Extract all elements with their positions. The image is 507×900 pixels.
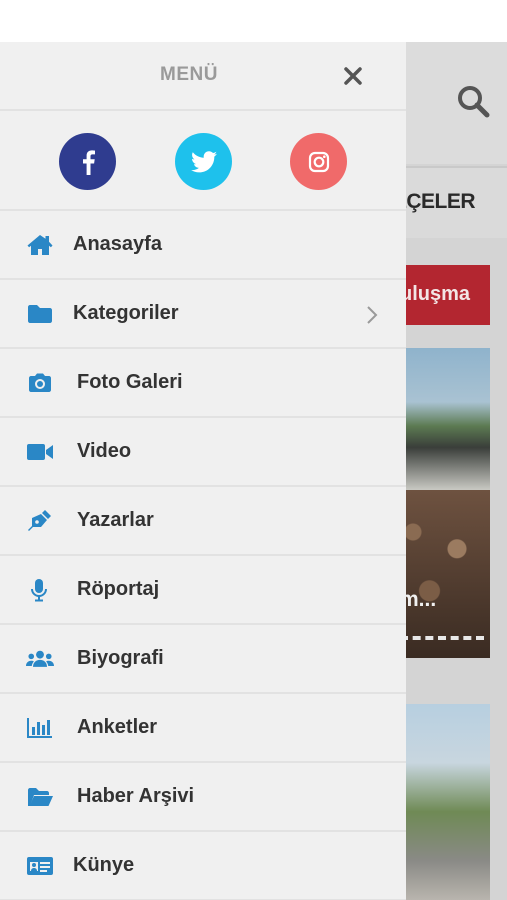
side-menu: MENÜ Anasayfa Kategoriler Foto Galeri Vi… [0, 42, 406, 900]
menu-header: MENÜ [0, 42, 406, 111]
menu-item-label: Video [77, 440, 132, 462]
facebook-icon [82, 149, 95, 175]
instagram-icon [308, 151, 329, 172]
home-icon [27, 235, 53, 255]
menu-item-foto-galeri[interactable]: Foto Galeri [0, 349, 406, 418]
chevron-right-icon [367, 306, 378, 324]
menu-item-label: Yazarlar [77, 509, 154, 531]
id-card-icon [27, 857, 53, 875]
users-icon [26, 650, 54, 667]
banner-label: uluşma [400, 283, 471, 305]
menu-item-biyografi[interactable]: Biyografi [0, 625, 406, 694]
menu-item-label: Foto Galeri [77, 371, 183, 393]
slider-indicator [400, 636, 484, 640]
pen-icon [28, 510, 51, 531]
camera-icon [29, 373, 51, 392]
menu-item-label: Haber Arşivi [77, 785, 195, 807]
folder-icon [28, 305, 52, 323]
menu-item-label: Röportaj [77, 578, 160, 600]
search-icon[interactable] [456, 84, 490, 118]
menu-item-roportaj[interactable]: Röportaj [0, 556, 406, 625]
microphone-icon [31, 579, 47, 602]
menu-item-label: Anasayfa [73, 233, 162, 255]
menu-item-label: Anketler [77, 716, 158, 738]
menu-item-kunye[interactable]: Künye [0, 832, 406, 900]
menu-item-anasayfa[interactable]: Anasayfa [0, 211, 406, 280]
menu-item-haber-arsivi[interactable]: Haber Arşivi [0, 763, 406, 832]
menu-item-anketler[interactable]: Anketler [0, 694, 406, 763]
menu-item-label: Künye [73, 854, 135, 876]
nav-tab-label[interactable]: LÇELER [394, 190, 476, 214]
social-links [0, 111, 406, 211]
twitter-button[interactable] [175, 133, 232, 190]
menu-item-video[interactable]: Video [0, 418, 406, 487]
twitter-icon [190, 150, 217, 172]
menu-item-yazarlar[interactable]: Yazarlar [0, 487, 406, 556]
instagram-button[interactable] [290, 133, 347, 190]
bar-chart-icon [27, 718, 52, 738]
folder-open-icon [28, 788, 53, 806]
menu-item-label: Kategoriler [73, 302, 179, 324]
menu-item-kategoriler[interactable]: Kategoriler [0, 280, 406, 349]
menu-title: MENÜ [160, 64, 218, 85]
menu-item-label: Biyografi [77, 647, 164, 669]
facebook-button[interactable] [59, 133, 116, 190]
close-icon[interactable] [340, 63, 366, 89]
video-camera-icon [27, 444, 53, 460]
